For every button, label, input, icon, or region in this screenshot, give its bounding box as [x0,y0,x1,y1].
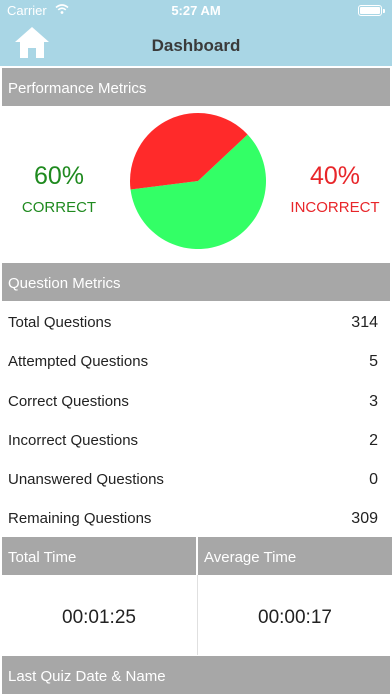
metric-value: 5 [369,353,378,371]
metric-row-total-questions: Total Questions 314 [0,302,392,341]
metric-value: 2 [369,431,378,449]
average-time-header: Average Time [198,537,392,575]
status-bar: Carrier 5:27 AM [0,0,392,22]
last-quiz-header: Last Quiz Date & Name [2,656,390,694]
status-time: 5:27 AM [171,3,221,18]
metric-value: 314 [351,314,378,331]
metric-row-unanswered-questions: Unanswered Questions 0 [0,459,392,498]
metric-value: 3 [369,392,378,410]
incorrect-percentage: 40% [309,162,361,190]
battery-icon [358,5,385,16]
metric-value: 0 [369,471,378,489]
metric-value: 309 [351,510,378,528]
question-metrics-list: Total Questions 314 Attempted Questions … [0,302,392,538]
time-metrics: Total Time 00:01:25 Average Time 00:00:1… [0,537,392,655]
correct-percentage: 60% [33,162,85,190]
performance-metrics-header: Performance Metrics [2,68,390,106]
metric-label: Attempted Questions [8,353,149,371]
page-title: Dashboard [151,36,241,55]
metric-row-remaining-questions: Remaining Questions 309 [0,498,392,537]
metric-row-correct-questions: Correct Questions 3 [0,381,392,420]
navigation-bar: Dashboard [0,22,392,66]
correct-label: CORRECT [21,199,97,216]
metric-label: Unanswered Questions [8,471,164,489]
average-time-panel: Average Time 00:00:17 [198,537,392,655]
metric-row-incorrect-questions: Incorrect Questions 2 [0,420,392,459]
incorrect-label: INCORRECT [290,199,380,216]
question-metrics-header: Question Metrics [2,263,390,301]
total-time-panel: Total Time 00:01:25 [2,537,198,655]
average-time-value: 00:00:17 [258,607,332,628]
metric-label: Incorrect Questions [8,431,139,449]
metric-label: Remaining Questions [8,510,152,528]
performance-pie-chart [130,113,267,250]
metric-label: Total Questions [8,314,112,331]
metric-row-attempted-questions: Attempted Questions 5 [0,341,392,380]
total-time-header: Total Time [2,537,196,575]
metric-label: Correct Questions [8,392,129,410]
total-time-value: 00:01:25 [62,607,136,628]
performance-metrics-panel: 60% CORRECT 40% INCORRECT [0,106,392,260]
